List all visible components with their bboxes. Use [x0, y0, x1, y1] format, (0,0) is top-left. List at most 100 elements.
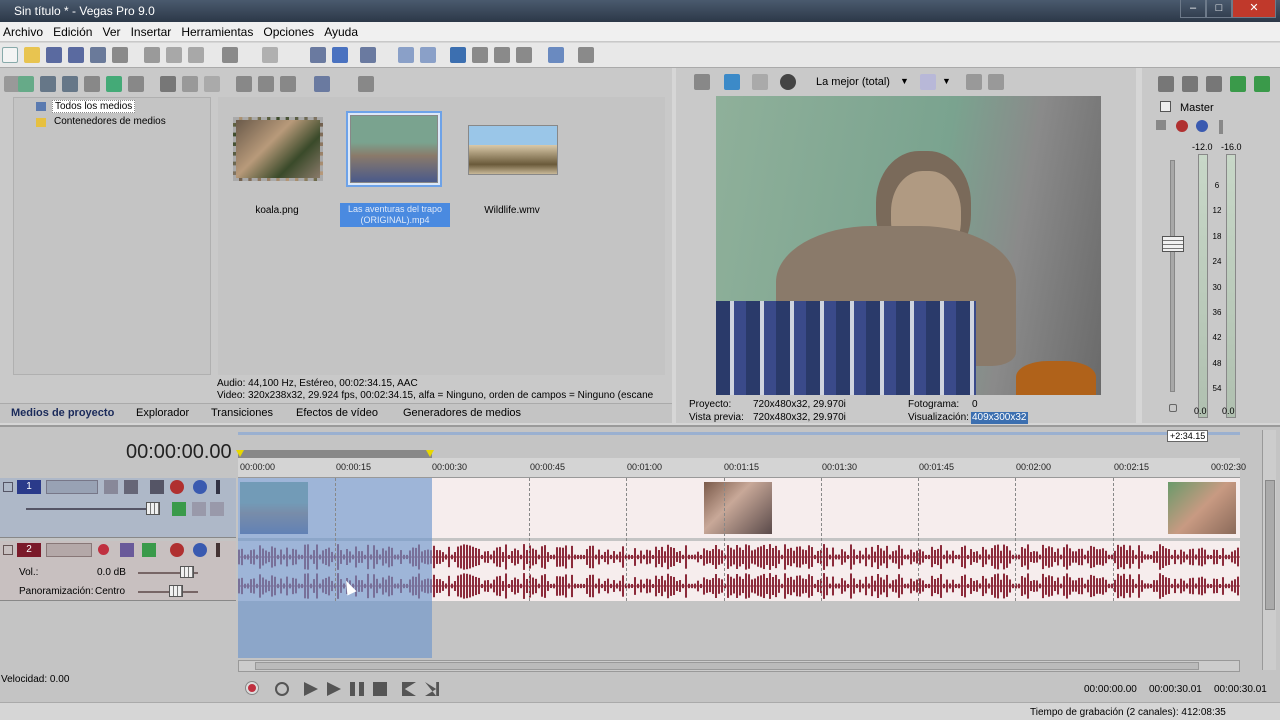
ripple-mode-icon[interactable]	[360, 47, 376, 63]
vol-slider-handle[interactable]	[180, 566, 194, 578]
koala-thumbnail[interactable]	[233, 117, 323, 181]
menu-insertar[interactable]: Insertar	[128, 22, 176, 39]
remove-icon[interactable]	[160, 76, 176, 92]
tree-item-all-media[interactable]: Todos los medios	[52, 100, 136, 113]
vertical-scrollbar[interactable]	[1262, 430, 1276, 670]
undo-icon[interactable]	[222, 47, 238, 63]
arm-record-icon[interactable]	[98, 544, 109, 555]
stop-icon[interactable]	[258, 76, 274, 92]
remove-unused-icon[interactable]	[182, 76, 198, 92]
collapse-icon[interactable]	[3, 545, 13, 555]
collapse-icon[interactable]	[3, 482, 13, 492]
loop-playback-icon[interactable]	[275, 682, 289, 696]
tab-project-media[interactable]: Medios de proyecto	[11, 407, 114, 419]
menu-opciones[interactable]: Opciones	[260, 22, 318, 39]
auto-preview-icon[interactable]	[280, 76, 296, 92]
snap-icon[interactable]	[310, 47, 326, 63]
downmix-icon[interactable]	[1182, 76, 1198, 92]
play-icon[interactable]	[236, 76, 252, 92]
dim-output-icon[interactable]	[1206, 76, 1222, 92]
copy-icon[interactable]	[166, 47, 182, 63]
capture-video-icon[interactable]	[18, 76, 34, 92]
loop-end-marker[interactable]	[426, 450, 434, 457]
menu-ver[interactable]: Ver	[100, 22, 125, 39]
tree-item-bins[interactable]: Contenedores de medios	[54, 116, 166, 127]
go-to-end-icon[interactable]	[425, 682, 439, 696]
save-icon[interactable]	[46, 47, 62, 63]
loop-start-marker[interactable]	[236, 450, 244, 457]
save-as-icon[interactable]	[68, 47, 84, 63]
horizontal-scrollbar[interactable]	[238, 660, 1240, 672]
chevron-down-icon[interactable]: ▼	[942, 76, 951, 86]
media-fx-icon[interactable]	[106, 76, 122, 92]
selection-tool-icon[interactable]	[494, 47, 510, 63]
insert-bus-icon[interactable]	[1230, 76, 1246, 92]
track-fx-icon[interactable]	[170, 480, 184, 494]
pin-icon[interactable]	[1219, 120, 1223, 134]
ignore-grouping-icon[interactable]	[420, 47, 436, 63]
redo-icon[interactable]	[262, 47, 278, 63]
wildlife-thumbnail[interactable]	[468, 125, 558, 175]
tab-explorer[interactable]: Explorador	[136, 407, 189, 419]
video-event-thumbnail[interactable]	[704, 482, 772, 534]
close-button[interactable]: ✕	[1232, 0, 1276, 18]
paste-icon[interactable]	[188, 47, 204, 63]
record-icon[interactable]	[246, 682, 258, 694]
loop-region-bar[interactable]	[238, 450, 432, 458]
get-media-icon[interactable]	[40, 76, 56, 92]
track-down-icon[interactable]	[210, 502, 224, 516]
play-icon[interactable]	[327, 682, 341, 696]
new-icon[interactable]	[2, 47, 18, 63]
help-icon[interactable]	[578, 47, 594, 63]
track-motion-icon[interactable]	[104, 480, 118, 494]
stop-icon[interactable]	[373, 682, 387, 696]
composite-mode-icon[interactable]	[124, 480, 138, 494]
envelope-tool-icon[interactable]	[472, 47, 488, 63]
timeline-ruler[interactable]: 00:00:00 00:00:15 00:00:30 00:00:45 00:0…	[238, 458, 1246, 478]
go-to-start-icon[interactable]	[402, 682, 416, 696]
master-fader-track[interactable]	[1170, 160, 1175, 392]
open-icon[interactable]	[24, 47, 40, 63]
media-properties-icon[interactable]	[204, 76, 220, 92]
normal-edit-tool-icon[interactable]	[450, 47, 466, 63]
external-monitor-icon[interactable]	[724, 74, 740, 90]
scrollbar-thumb[interactable]	[1265, 480, 1275, 610]
timeline-overview-bar[interactable]	[238, 432, 1240, 435]
master-fx-icon[interactable]	[1176, 120, 1188, 132]
track-name-field[interactable]	[46, 480, 98, 494]
mute-icon[interactable]	[1196, 120, 1208, 132]
minimize-button[interactable]: –	[1180, 0, 1206, 18]
pan-slider-handle[interactable]	[169, 585, 183, 597]
chevron-down-icon[interactable]: ▼	[900, 76, 909, 86]
master-checkbox-icon[interactable]	[1160, 101, 1171, 112]
auto-ripple-icon[interactable]	[332, 47, 348, 63]
menu-herramientas[interactable]: Herramientas	[178, 22, 257, 39]
tab-media-generators[interactable]: Generadores de medios	[403, 407, 521, 419]
track-fx-insert-icon[interactable]	[142, 543, 156, 557]
play-from-start-icon[interactable]	[304, 682, 318, 696]
cut-icon[interactable]	[144, 47, 160, 63]
web-media-icon[interactable]	[84, 76, 100, 92]
tab-transitions[interactable]: Transiciones	[211, 407, 273, 419]
save-snapshot-icon[interactable]	[988, 74, 1004, 90]
compositing-child-icon[interactable]	[150, 480, 164, 494]
preview-properties-icon[interactable]	[694, 74, 710, 90]
invert-phase-icon[interactable]	[120, 543, 134, 557]
track-name-field[interactable]	[46, 543, 92, 557]
video-track-header[interactable]: 1	[0, 478, 236, 538]
search-media-icon[interactable]	[128, 76, 144, 92]
find-icon[interactable]	[358, 76, 374, 92]
solo-icon[interactable]	[216, 480, 220, 494]
menu-ayuda[interactable]: Ayuda	[321, 22, 362, 39]
track-up-icon[interactable]	[192, 502, 206, 516]
pan-slider-track[interactable]	[138, 591, 198, 593]
bus-fx-icon[interactable]	[1156, 120, 1166, 130]
cd-icon[interactable]	[62, 76, 78, 92]
audio-track-header[interactable]: 2 Vol.: 0.0 dB Panoramización: Centro	[0, 541, 236, 601]
maximize-button[interactable]: □	[1206, 0, 1232, 18]
master-fader-handle[interactable]	[1162, 236, 1184, 252]
tab-video-fx[interactable]: Efectos de vídeo	[296, 407, 378, 419]
ruler-tool-icon[interactable]	[548, 47, 564, 63]
render-icon[interactable]	[90, 47, 106, 63]
preview-quality[interactable]: La mejor (total)	[816, 76, 890, 88]
